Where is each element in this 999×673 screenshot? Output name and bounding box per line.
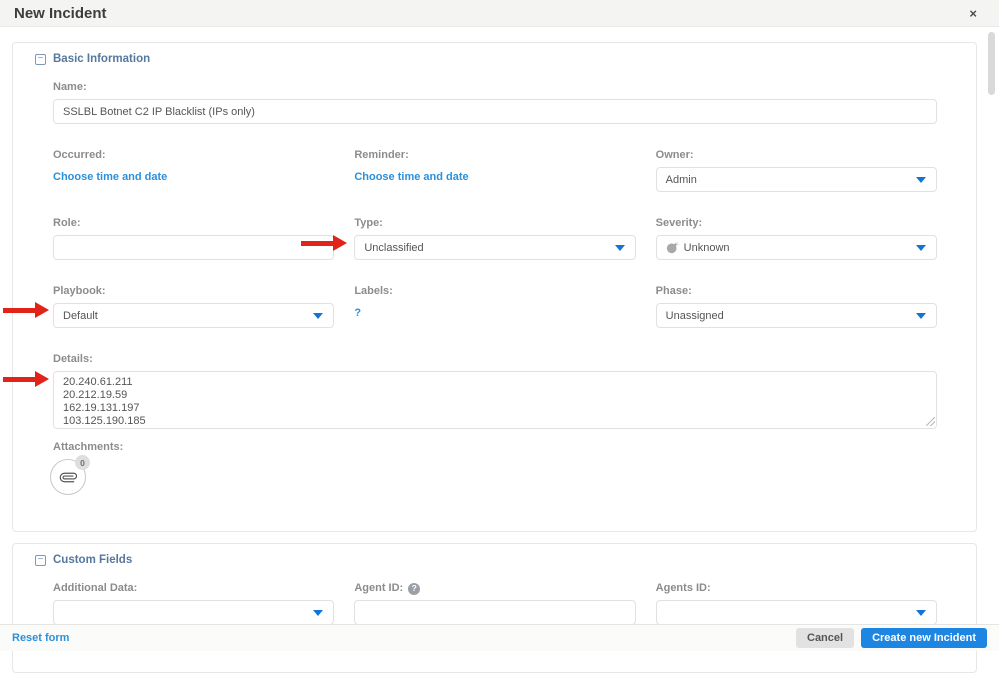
playbook-value: Default xyxy=(63,309,98,322)
reset-form-link[interactable]: Reset form xyxy=(12,632,69,644)
severity-unknown-icon xyxy=(666,242,679,254)
create-new-incident-button[interactable]: Create new Incident xyxy=(861,628,987,648)
playbook-labels-phase-row: Playbook: Default Labels: ? Phase: Unass… xyxy=(53,285,937,328)
role-label: Role: xyxy=(53,217,81,229)
basic-information-header[interactable]: − Basic Information xyxy=(35,53,937,65)
severity-select[interactable]: Unknown xyxy=(655,235,937,260)
occurred-reminder-owner-row: Occurred: Choose time and date Reminder:… xyxy=(53,149,937,192)
agents-id-label: Agents ID: xyxy=(655,582,711,594)
chevron-down-icon xyxy=(313,609,324,616)
paperclip-icon xyxy=(59,472,77,482)
basic-information-section: − Basic Information Name: Occurred: Choo… xyxy=(12,42,977,532)
name-input[interactable] xyxy=(53,99,937,124)
chevron-down-icon xyxy=(916,176,926,183)
type-select[interactable]: Unclassified xyxy=(354,235,636,260)
agents-id-select[interactable] xyxy=(655,600,937,625)
name-row: Name: xyxy=(53,81,937,124)
occurred-label: Occurred: xyxy=(53,149,106,161)
agent-id-label: Agent ID: xyxy=(354,582,404,594)
reminder-label: Reminder: xyxy=(354,149,409,161)
custom-fields-row: Additional Data: Agent ID: ? Agents ID: xyxy=(53,582,937,625)
reminder-date-link[interactable]: Choose time and date xyxy=(354,171,468,183)
cancel-button[interactable]: Cancel xyxy=(796,628,855,648)
custom-fields-section: − Custom Fields Additional Data: Agent I… xyxy=(12,543,977,673)
collapse-icon[interactable]: − xyxy=(35,53,46,65)
chevron-down-icon xyxy=(916,244,926,251)
owner-select[interactable]: Admin xyxy=(655,167,937,192)
labels-label: Labels: xyxy=(354,285,393,297)
severity-value: Unknown xyxy=(683,241,730,254)
attachments-row: Attachments: 0 xyxy=(50,441,937,495)
type-label: Type: xyxy=(354,217,383,229)
role-type-severity-row: Role: Type: Unclassified Severity: Unkno… xyxy=(53,217,937,260)
vertical-scrollbar-thumb[interactable] xyxy=(988,32,995,95)
chevron-down-icon xyxy=(916,609,926,616)
help-icon[interactable]: ? xyxy=(408,582,421,595)
additional-data-label: Additional Data: xyxy=(53,582,138,594)
dialog-title: New Incident xyxy=(14,4,107,22)
chevron-down-icon xyxy=(313,312,324,319)
dialog-titlebar: New Incident × xyxy=(0,0,999,27)
collapse-minus: − xyxy=(37,554,44,565)
close-icon[interactable]: × xyxy=(961,6,985,21)
details-textarea[interactable]: 20.240.61.211 20.212.19.59 162.19.131.19… xyxy=(53,371,937,429)
textarea-resize-handle[interactable] xyxy=(926,417,935,426)
name-label: Name: xyxy=(53,81,87,93)
labels-help-link[interactable]: ? xyxy=(354,307,361,319)
phase-label: Phase: xyxy=(655,285,692,297)
custom-fields-header[interactable]: − Custom Fields xyxy=(35,554,937,566)
chevron-down-icon xyxy=(916,312,926,319)
attachments-label: Attachments: xyxy=(53,441,124,453)
attachments-count-badge: 0 xyxy=(75,455,90,470)
owner-value: Admin xyxy=(665,173,697,186)
owner-label: Owner: xyxy=(655,149,694,161)
occurred-date-link[interactable]: Choose time and date xyxy=(53,171,167,183)
agent-id-input[interactable] xyxy=(354,600,636,625)
attachments-button[interactable]: 0 xyxy=(50,455,90,495)
playbook-label: Playbook: xyxy=(53,285,106,297)
collapse-icon[interactable]: − xyxy=(35,554,46,566)
details-label: Details: xyxy=(53,353,93,365)
playbook-select[interactable]: Default xyxy=(53,303,335,328)
section-title-basic-information: Basic Information xyxy=(53,53,151,65)
collapse-minus: − xyxy=(37,53,44,64)
role-input[interactable] xyxy=(53,235,335,260)
additional-data-select[interactable] xyxy=(53,600,335,625)
details-row: Details: 20.240.61.211 20.212.19.59 162.… xyxy=(53,353,937,429)
section-title-custom-fields: Custom Fields xyxy=(53,554,133,566)
chevron-down-icon xyxy=(614,244,625,251)
severity-label: Severity: xyxy=(655,217,703,229)
dialog-footer: Reset form Cancel Create new Incident xyxy=(0,624,999,651)
phase-select[interactable]: Unassigned xyxy=(655,303,937,328)
phase-value: Unassigned xyxy=(665,309,724,322)
type-value: Unclassified xyxy=(364,241,424,254)
